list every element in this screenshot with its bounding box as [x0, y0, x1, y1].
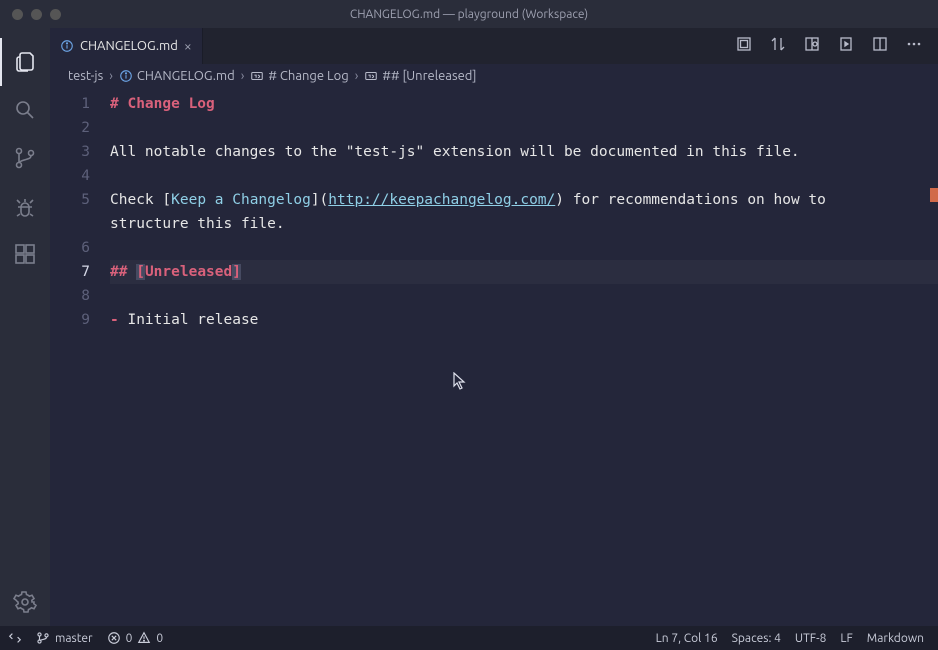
line-number: 5 [50, 188, 90, 212]
line-number: 2 [50, 116, 90, 140]
branch-icon [36, 631, 50, 645]
files-icon [14, 50, 38, 74]
line-number: 8 [50, 284, 90, 308]
editor-actions [720, 28, 938, 64]
line-number: 6 [50, 236, 90, 260]
open-preview-side-icon[interactable] [804, 36, 820, 56]
breadcrumb-sep: › [109, 69, 113, 83]
more-actions-icon[interactable] [906, 36, 922, 56]
status-language-mode[interactable]: Markdown [867, 632, 924, 645]
line-number: 7 [50, 260, 90, 284]
line-number-gutter: 1 2 3 4 5 6 7 8 9 [50, 88, 110, 626]
breadcrumb-folder[interactable]: test-js [68, 69, 103, 83]
close-window-icon[interactable] [12, 9, 23, 20]
mouse-cursor-icon [453, 372, 467, 390]
line-number: 9 [50, 308, 90, 332]
branch-icon [13, 146, 37, 170]
breadcrumb-sep: › [241, 69, 245, 83]
line-number [50, 212, 90, 236]
search-icon [13, 98, 37, 122]
status-error-count: 0 [126, 632, 133, 645]
maximize-window-icon[interactable] [50, 9, 61, 20]
extensions-icon [13, 242, 37, 266]
tabs-row: CHANGELOG.md × [50, 28, 938, 64]
symbol-string-icon [364, 69, 378, 83]
split-editor-icon[interactable] [872, 36, 888, 56]
info-file-icon [60, 39, 74, 53]
status-warning-count: 0 [156, 632, 163, 645]
status-branch-label: master [55, 632, 93, 645]
ruler-marker [930, 188, 938, 202]
minimize-window-icon[interactable] [31, 9, 42, 20]
run-file-icon[interactable] [838, 36, 854, 56]
window-title: CHANGELOG.md — playground (Workspace) [350, 8, 588, 21]
activity-source-control[interactable] [0, 134, 50, 182]
status-bar: master 0 0 Ln 7, Col 16 Spaces: 4 UTF-8 … [0, 626, 938, 650]
activity-explorer[interactable] [0, 38, 50, 86]
activity-extensions[interactable] [0, 230, 50, 278]
breadcrumb-symbol-1[interactable]: # Change Log [250, 69, 348, 83]
bug-icon [13, 194, 37, 218]
line-number: 3 [50, 140, 90, 164]
status-indentation[interactable]: Spaces: 4 [732, 632, 781, 645]
line-number: 4 [50, 164, 90, 188]
open-changes-icon[interactable] [770, 36, 786, 56]
line-number: 1 [50, 92, 90, 116]
info-file-icon [119, 69, 133, 83]
status-remote[interactable] [8, 631, 22, 645]
editor[interactable]: 1 2 3 4 5 6 7 8 9 # Change Log All notab… [50, 88, 938, 626]
symbol-string-icon [250, 69, 264, 83]
error-icon [107, 631, 121, 645]
tab-changelog[interactable]: CHANGELOG.md × [50, 28, 203, 64]
window-controls[interactable] [0, 9, 61, 20]
breadcrumbs[interactable]: test-js › CHANGELOG.md › # Change Log › … [50, 64, 938, 88]
code-area[interactable]: # Change Log All notable changes to the … [110, 88, 938, 626]
status-eol[interactable]: LF [840, 632, 852, 645]
activity-search[interactable] [0, 86, 50, 134]
breadcrumb-file[interactable]: CHANGELOG.md [119, 69, 235, 83]
editor-group: CHANGELOG.md × test-js › CHANGELOG.md › [50, 28, 938, 626]
toggle-word-wrap-icon[interactable] [736, 36, 752, 56]
remote-icon [8, 631, 22, 645]
status-problems[interactable]: 0 0 [107, 631, 164, 645]
gear-icon [13, 590, 37, 614]
activity-settings[interactable] [0, 578, 50, 626]
overview-ruler[interactable] [924, 88, 938, 626]
title-bar: CHANGELOG.md — playground (Workspace) [0, 0, 938, 28]
warning-icon [137, 631, 151, 645]
status-cursor-position[interactable]: Ln 7, Col 16 [656, 632, 718, 645]
activity-run-debug[interactable] [0, 182, 50, 230]
status-encoding[interactable]: UTF-8 [795, 632, 826, 645]
tab-label: CHANGELOG.md [80, 39, 178, 53]
tab-close-icon[interactable]: × [184, 39, 192, 53]
breadcrumb-sep: › [355, 69, 359, 83]
activity-bar [0, 28, 50, 626]
breadcrumb-symbol-2[interactable]: ## [Unreleased] [364, 69, 476, 83]
status-branch[interactable]: master [36, 631, 93, 645]
